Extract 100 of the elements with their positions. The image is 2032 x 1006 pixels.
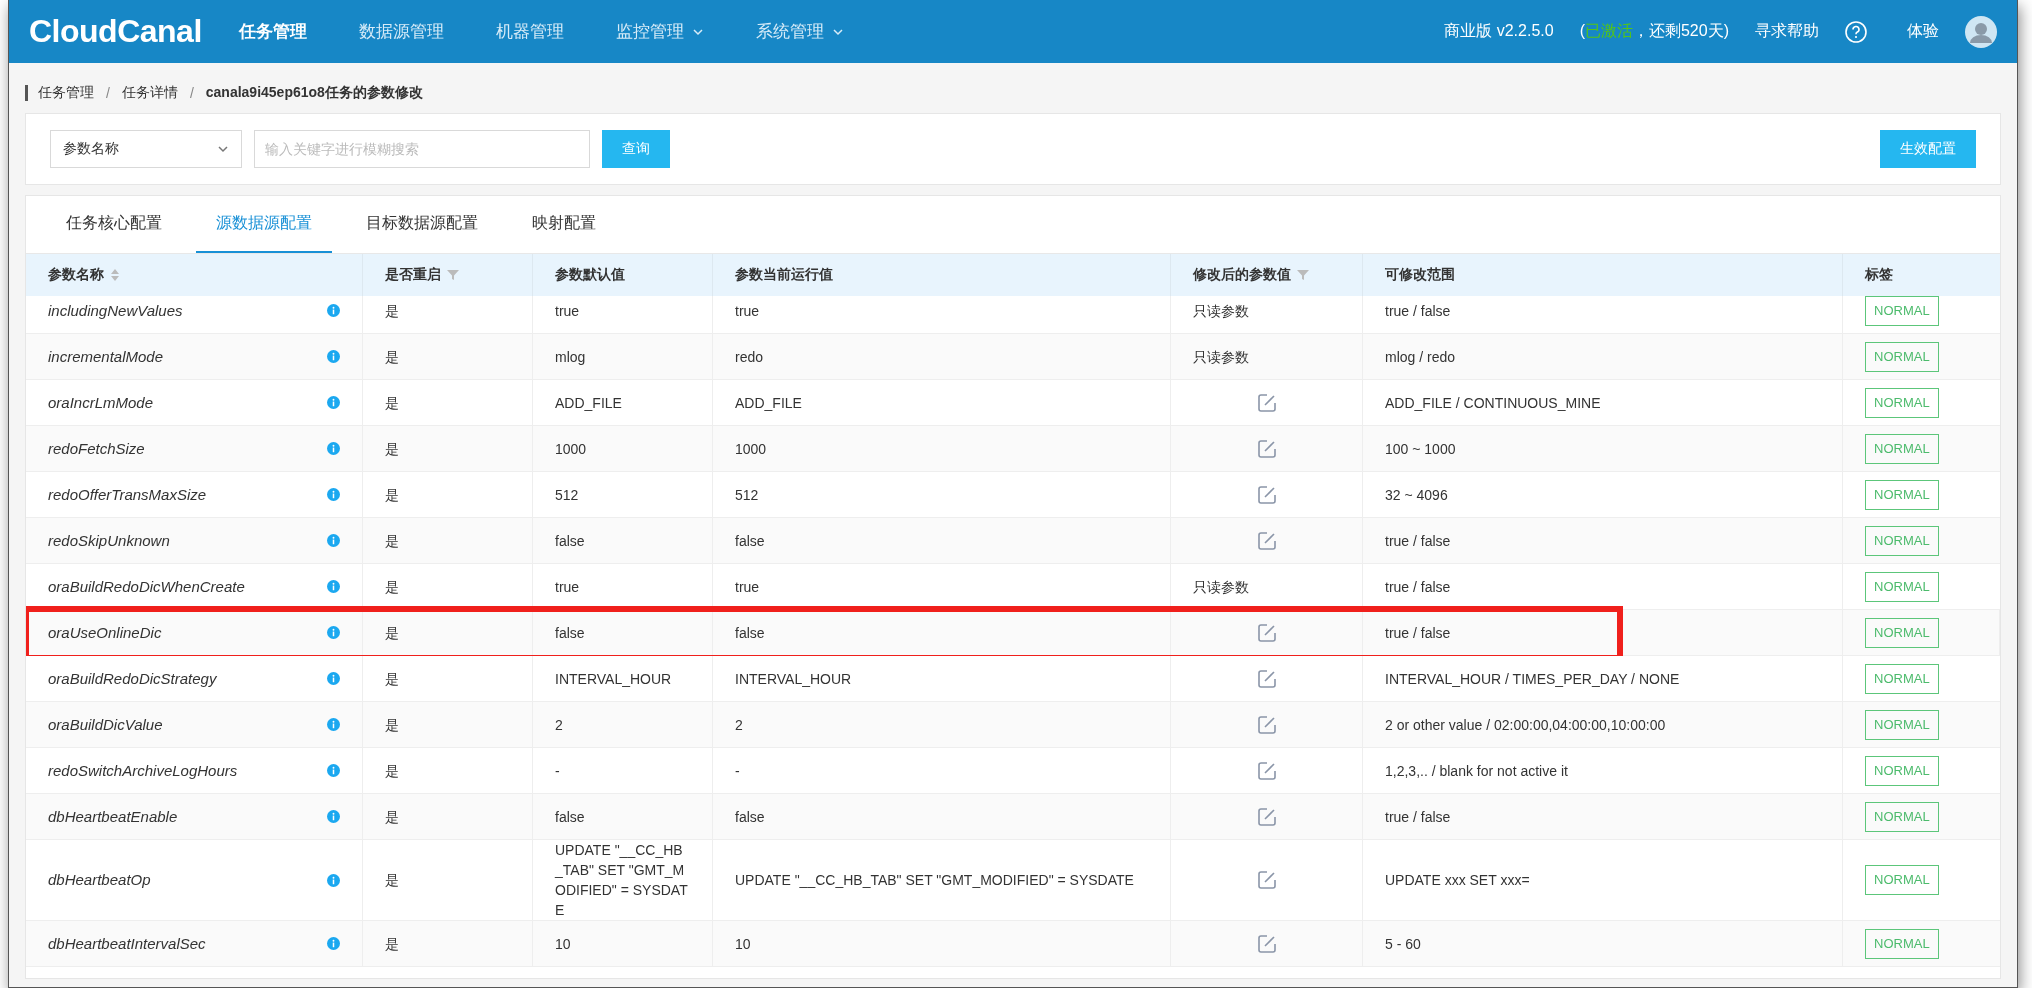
- table-cell-text: false: [735, 807, 765, 827]
- param-name: includingNewValues: [48, 300, 184, 321]
- param-name: oraIncrLmMode: [48, 392, 155, 413]
- info-icon[interactable]: [327, 442, 340, 455]
- table-cell-text: mlog / redo: [1385, 347, 1456, 367]
- edit-icon[interactable]: [1255, 621, 1278, 644]
- table-cell-text: 是: [385, 439, 399, 459]
- table-cell-text: true / false: [1385, 623, 1451, 643]
- table-cell-text: true / false: [1385, 301, 1451, 321]
- table-cell-text: UPDATE xxx SET xxx=: [1385, 871, 1530, 890]
- table-cell-text: 2: [555, 715, 563, 735]
- edit-icon[interactable]: [1255, 529, 1278, 552]
- tag: NORMAL: [1865, 341, 1939, 372]
- nav-item[interactable]: 系统管理: [756, 20, 844, 43]
- edit-icon[interactable]: [1255, 759, 1278, 782]
- param-name: incrementalMode: [48, 346, 165, 367]
- table-cell-text: 只读参数: [1193, 577, 1249, 597]
- table-cell-text: ADD_FILE: [735, 393, 802, 413]
- breadcrumb-item[interactable]: 任务管理: [38, 84, 94, 102]
- sort-icon[interactable]: [110, 269, 120, 281]
- table-cell-text: 是: [385, 301, 399, 321]
- filter-icon[interactable]: [447, 269, 459, 281]
- field-select[interactable]: 参数名称: [50, 130, 242, 168]
- info-icon[interactable]: [327, 937, 340, 950]
- table-cell-text: 100 ~ 1000: [1385, 439, 1456, 459]
- param-name: redoFetchSize: [48, 438, 146, 459]
- table-cell-text: ADD_FILE: [555, 393, 622, 413]
- table-cell-text: UPDATE "__CC_HB_TAB" SET "GMT_MODIFIED" = SYSDATE: [735, 871, 1134, 890]
- table-cell-text: 是: [385, 485, 399, 505]
- license-status: (已激活，还剩520天): [1579, 21, 1729, 41]
- table-cell-text: INTERVAL_HOUR / TIMES_PER_DAY / NONE: [1385, 669, 1680, 689]
- edit-icon[interactable]: [1255, 805, 1278, 828]
- table-cell-text: ADD_FILE / CONTINUOUS_MINE: [1385, 393, 1601, 413]
- param-name: dbHeartbeatEnable: [48, 806, 179, 827]
- table-cell-text: 32 ~ 4096: [1385, 485, 1448, 505]
- table-cell-text: true: [735, 577, 760, 597]
- chevron-down-icon: [217, 143, 229, 155]
- nav-item[interactable]: 机器管理: [496, 20, 564, 43]
- table-cell-text: 5 - 60: [1385, 934, 1421, 954]
- info-icon[interactable]: [327, 488, 340, 501]
- info-icon[interactable]: [327, 764, 340, 777]
- tag: NORMAL: [1865, 433, 1939, 464]
- search-field[interactable]: 输入关键字进行模糊搜索: [254, 130, 590, 168]
- param-name: dbHeartbeatIntervalSec: [48, 933, 207, 954]
- tag: NORMAL: [1865, 525, 1939, 556]
- table-cell-text: false: [555, 623, 585, 643]
- param-name: oraBuildRedoDicWhenCreate: [48, 576, 246, 597]
- table-cell-text: redo: [735, 347, 764, 367]
- table-cell-text: true / false: [1385, 807, 1451, 827]
- info-icon[interactable]: [327, 350, 340, 363]
- table-cell-text: 只读参数: [1193, 301, 1249, 321]
- query-button[interactable]: 查询: [602, 130, 670, 168]
- table-cell-text: INTERVAL_HOUR: [735, 669, 852, 689]
- tab[interactable]: 任务核心配置: [46, 196, 182, 253]
- tab[interactable]: 映射配置: [512, 196, 616, 253]
- breadcrumb-item[interactable]: 任务详情: [121, 84, 178, 102]
- info-icon[interactable]: [327, 304, 340, 317]
- table-cell-text: 1000: [555, 439, 587, 459]
- apply-config-button[interactable]: 生效配置: [1880, 130, 1976, 168]
- info-icon[interactable]: [327, 580, 340, 593]
- breadcrumb-item[interactable]: canala9i45ep61o8任务的参数修改: [205, 84, 423, 102]
- info-icon[interactable]: [327, 810, 340, 823]
- tab[interactable]: 目标数据源配置: [346, 196, 498, 253]
- info-icon[interactable]: [327, 873, 340, 887]
- param-name: oraBuildDicValue: [48, 714, 164, 735]
- column-header: 标签: [1865, 266, 1893, 284]
- info-icon[interactable]: [327, 626, 340, 639]
- info-icon[interactable]: [327, 718, 340, 731]
- info-icon[interactable]: [327, 534, 340, 547]
- table-cell-text: true / false: [1385, 577, 1451, 597]
- breadcrumb-separator: /: [189, 85, 194, 101]
- tag: NORMAL: [1865, 801, 1939, 832]
- table-cell-text: 2 or other value / 02:00:00,04:00:00,10:00:00: [1385, 715, 1666, 735]
- edit-icon[interactable]: [1255, 932, 1278, 955]
- table-cell-text: UPDATE "__CC_HB_TAB" SET "GMT_MODIFIED" = SYSDATE: [555, 841, 689, 920]
- nav-item[interactable]: 监控管理: [616, 20, 704, 43]
- table-cell-text: -: [735, 761, 740, 781]
- help-icon[interactable]: [1845, 20, 1867, 43]
- edit-icon[interactable]: [1255, 437, 1278, 460]
- table-cell-text: mlog: [555, 347, 586, 367]
- param-name: redoSwitchArchiveLogHours: [48, 760, 239, 781]
- user-name[interactable]: 体验: [1907, 21, 1939, 42]
- help-link[interactable]: 寻求帮助: [1755, 21, 1819, 42]
- nav-item[interactable]: 数据源管理: [359, 20, 444, 43]
- table-cell-text: false: [735, 531, 765, 551]
- table-cell-text: 是: [385, 807, 399, 827]
- edit-icon[interactable]: [1255, 391, 1278, 414]
- edit-icon[interactable]: [1255, 667, 1278, 690]
- table-cell-text: 512: [735, 485, 759, 505]
- filter-icon[interactable]: [1297, 269, 1309, 281]
- info-icon[interactable]: [327, 672, 340, 685]
- edit-icon[interactable]: [1255, 713, 1278, 736]
- table-cell-text: 2: [735, 715, 743, 735]
- table-cell-text: 是: [385, 623, 399, 643]
- edit-icon[interactable]: [1255, 869, 1278, 891]
- info-icon[interactable]: [327, 396, 340, 409]
- edit-icon[interactable]: [1255, 483, 1278, 506]
- avatar-icon[interactable]: [1965, 15, 1997, 48]
- nav-item[interactable]: 任务管理: [239, 20, 307, 43]
- param-name: dbHeartbeatOp: [48, 870, 152, 890]
